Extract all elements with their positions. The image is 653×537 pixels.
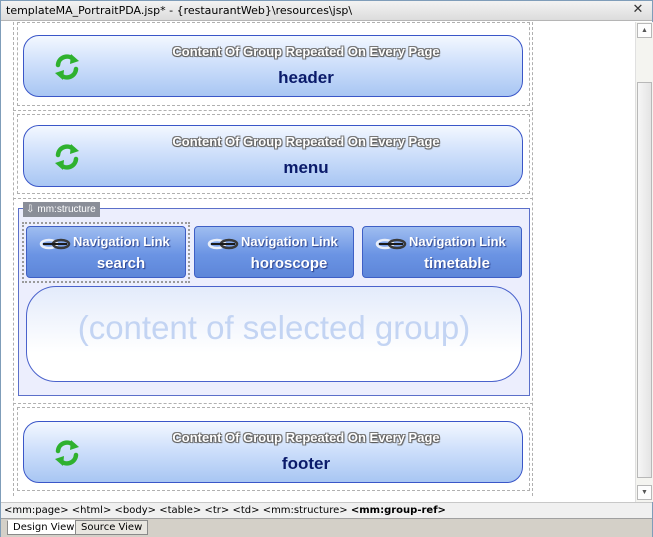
nav-link-caption: Navigation Link: [73, 234, 170, 249]
tab-design-view[interactable]: Design View: [7, 520, 81, 535]
nav-link-target: horoscope: [250, 255, 328, 272]
group-header[interactable]: Content Of Group Repeated On Every Page …: [23, 35, 523, 97]
nav-link-target: search: [96, 255, 146, 272]
breadcrumb-item[interactable]: <td>: [232, 505, 259, 516]
scroll-up-button[interactable]: ▲: [637, 23, 652, 38]
down-arrow-icon: ⇩: [26, 204, 35, 215]
group-repeated-label: Content Of Group Repeated On Every Page: [172, 430, 440, 445]
editor-window: templateMA_PortraitPDA.jsp* - {restauran…: [0, 0, 653, 537]
group-name: menu: [283, 158, 329, 177]
group-menu[interactable]: Content Of Group Repeated On Every Page …: [23, 125, 523, 187]
view-tabs: Design View Source View: [1, 518, 652, 537]
group-name: footer: [281, 454, 331, 473]
content-placeholder[interactable]: (content of selected group): [26, 286, 522, 382]
scroll-down-button[interactable]: ▼: [637, 485, 652, 500]
nav-link-search[interactable]: Navigation Link search: [26, 226, 186, 278]
structure-tag[interactable]: ⇩ mm:structure: [23, 202, 100, 217]
scroll-thumb[interactable]: [637, 82, 652, 478]
group-footer[interactable]: Content Of Group Repeated On Every Page …: [23, 421, 523, 483]
design-canvas[interactable]: Content Of Group Repeated On Every Page …: [1, 22, 635, 502]
row-guide: [13, 110, 533, 111]
breadcrumb-item[interactable]: <tr>: [204, 505, 229, 516]
link-chain-icon: [207, 238, 239, 250]
editor-title: templateMA_PortraitPDA.jsp* - {restauran…: [6, 4, 353, 17]
tag-breadcrumb: <mm:page> <html> <body> <table> <tr> <td…: [1, 502, 652, 518]
group-repeated-label: Content Of Group Repeated On Every Page: [172, 134, 440, 149]
breadcrumb-item[interactable]: <body>: [115, 505, 157, 516]
nav-link-horoscope[interactable]: Navigation Link horoscope: [194, 226, 354, 278]
vertical-scrollbar[interactable]: ▲ ▼: [635, 22, 653, 502]
nav-link-target: timetable: [424, 255, 490, 272]
link-chain-icon: [39, 238, 71, 250]
close-icon[interactable]: ✕: [630, 2, 646, 18]
breadcrumb-item[interactable]: <mm:structure>: [263, 505, 348, 516]
content-placeholder-text: (content of selected group): [77, 309, 471, 346]
breadcrumb-item-current[interactable]: <mm:group-ref>: [351, 505, 446, 516]
group-repeated-label: Content Of Group Repeated On Every Page: [172, 44, 440, 59]
row-guide: [13, 403, 533, 404]
breadcrumb-item[interactable]: <html>: [72, 505, 112, 516]
breadcrumb-item[interactable]: <mm:page>: [4, 505, 69, 516]
nav-link-timetable[interactable]: Navigation Link timetable: [362, 226, 522, 278]
link-chain-icon: [375, 238, 407, 250]
structure-tag-label: mm:structure: [37, 204, 96, 215]
nav-link-caption: Navigation Link: [409, 234, 506, 249]
row-guide: [13, 198, 533, 199]
nav-link-caption: Navigation Link: [241, 234, 338, 249]
editor-titlebar: templateMA_PortraitPDA.jsp* - {restauran…: [1, 1, 652, 21]
breadcrumb-item[interactable]: <table>: [159, 505, 201, 516]
group-name: header: [278, 68, 334, 87]
tab-source-view[interactable]: Source View: [75, 520, 149, 535]
